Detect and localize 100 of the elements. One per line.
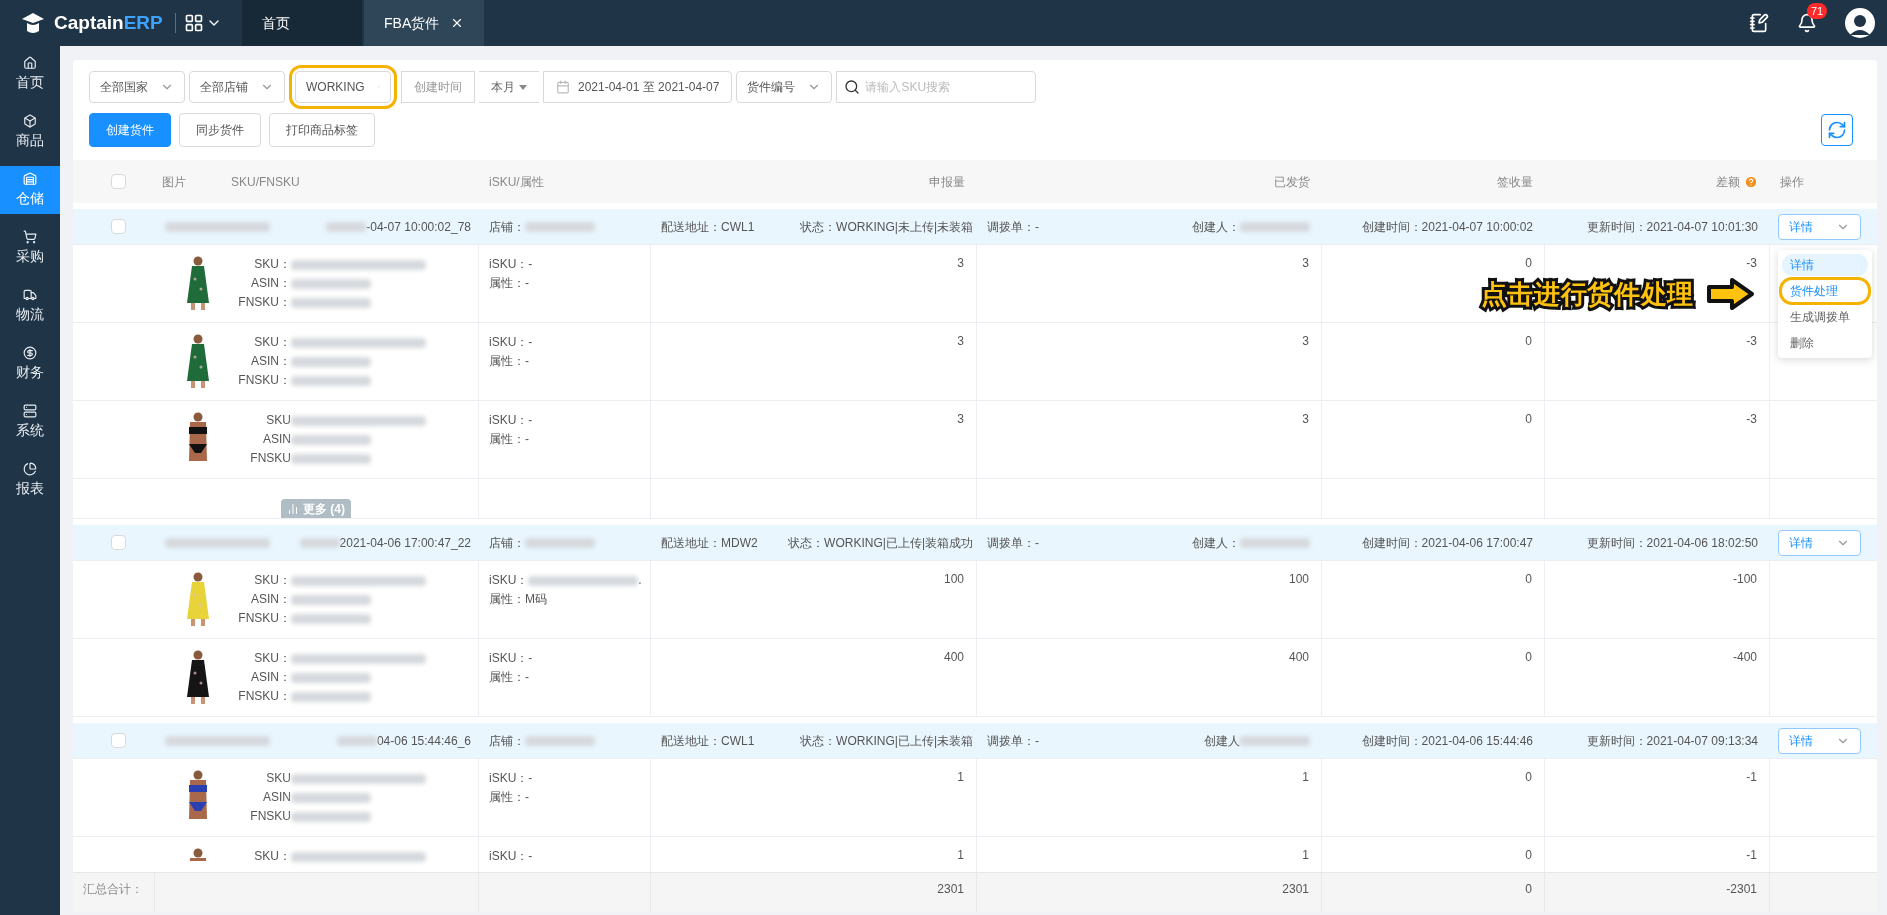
isku-value: iSKU：- [489,650,533,667]
quantity-cell: 1 [957,770,964,784]
quantity-cell: 3 [1302,412,1309,426]
blurred-text [525,221,595,232]
search-icon [844,79,861,95]
quantity-cell: 0 [1525,334,1532,348]
warehouse-icon [23,172,37,186]
total-value: -2301 [1726,882,1757,896]
date-range-field[interactable]: 2021-04-01 至 2021-04-07 [543,71,733,103]
isku-tail: . [638,572,642,589]
field-label: SKU： [253,848,291,865]
close-icon[interactable] [450,16,464,30]
logo-text: CaptainERP [54,11,163,36]
created-time: 创建时间：2021-04-07 10:00:02 [1361,219,1533,234]
checkbox[interactable] [110,535,126,550]
sidebar-item[interactable]: 商品 [0,108,60,156]
calendar-icon [556,80,570,94]
field-label: FNSKU [249,450,291,467]
field-label: ASIN： [250,353,291,370]
menu-item[interactable]: 生成调拨单 [1782,305,1868,328]
sidebar-item[interactable]: 系统 [0,398,60,446]
quantity-cell: 400 [943,650,964,664]
quantity-cell: -3 [1746,412,1757,426]
ship-address: 配送地址：CWL1 [661,732,755,749]
created-time: 创建时间：2021-04-06 17:00:47 [1361,535,1533,550]
quantity-cell: 0 [1525,412,1532,426]
filter-label: 创建时间 [401,71,475,103]
select-field[interactable]: 货件编号 [736,71,833,103]
column-header: 申报量 [929,174,965,189]
logo-icon [20,11,46,35]
field-label: SKU： [253,256,291,273]
quantity-cell: 3 [957,334,964,348]
menu-item[interactable]: 删除 [1782,331,1868,354]
help-icon[interactable] [1744,174,1758,189]
quantity-cell: 3 [957,256,964,270]
column-header: 差额 [1716,173,1740,190]
quantity-cell: 3 [1302,256,1309,270]
cart-icon [23,230,37,244]
field-label: FNSKU [249,808,291,825]
column-header: 操作 [1780,174,1804,189]
column-header: 已发货 [1274,174,1310,189]
select-field[interactable]: 全部店铺 [189,71,285,103]
sidebar-item[interactable]: 财务 [0,340,60,388]
search-field[interactable]: 请输入SKU搜索 [836,71,1037,103]
quantity-cell: -400 [1732,650,1757,664]
quantity-cell: -100 [1732,572,1757,586]
blurred-text [1240,537,1310,548]
field-label: ASIN： [250,275,291,292]
refresh-icon [1827,120,1847,140]
home-icon [23,56,37,70]
quantity-cell: 1 [1302,848,1309,862]
select-field[interactable]: WORKING [289,65,397,109]
field-label: SKU： [253,650,291,667]
period-dropdown[interactable]: 本月 [479,71,539,103]
blurred-text [336,735,377,746]
field-label: ASIN： [250,591,291,608]
quantity-cell: 0 [1525,256,1532,270]
pie-chart-icon [23,462,37,476]
grid-icon [183,13,204,33]
quantity-cell: 0 [1525,770,1532,784]
updated-time: 更新时间：2021-04-07 09:13:34 [1586,733,1758,748]
blurred-text [299,537,340,548]
notification-icon[interactable] [1797,13,1817,33]
sidebar-item[interactable]: 采购 [0,224,60,272]
isku-value: iSKU：- [489,334,533,351]
blurred-text [1240,735,1310,746]
column-header: iSKU/属性 [489,174,544,189]
checkbox[interactable] [110,174,126,189]
isku-value: iSKU： [489,572,529,589]
field-label: SKU [265,412,291,429]
quantity-cell: 0 [1525,572,1532,586]
blurred-text [326,221,367,232]
notes-icon[interactable] [1749,13,1769,33]
checkbox[interactable] [110,733,126,748]
action-button[interactable]: 同步货件 [179,113,261,147]
quantity-cell: 100 [943,572,964,586]
sidebar-item[interactable]: 报表 [0,456,60,504]
checkbox[interactable] [110,219,126,234]
avatar[interactable] [1845,8,1875,38]
sidebar-item[interactable]: 首页 [0,50,60,98]
isku-value: iSKU：- [489,256,533,273]
attribute-value: 属性：- [489,789,529,806]
quantity-cell: 1 [1302,770,1309,784]
quantity-cell: -3 [1746,256,1757,270]
action-button[interactable]: 打印商品标签 [269,113,375,147]
sidebar-item[interactable]: 物流 [0,282,60,330]
quantity-cell: -3 [1746,334,1757,348]
transfer-order: 调拨单：- [987,732,1039,749]
creator-label: 创建人： [1192,534,1240,551]
total-value: 2301 [937,882,964,896]
blurred-text [525,537,595,548]
field-label: FNSKU： [237,372,291,389]
refresh-button[interactable] [1821,114,1853,146]
annotation-text: 点击进行货件处理 [1480,277,1694,311]
column-header: SKU/FNSKU [231,173,300,190]
select-field[interactable]: 全部国家 [89,71,185,103]
page-tab[interactable]: 首页 [242,0,362,46]
blurred-text [525,735,595,746]
ship-address: 配送地址：MDW2 [661,534,758,551]
page-tab[interactable]: FBA货件 [364,0,484,46]
